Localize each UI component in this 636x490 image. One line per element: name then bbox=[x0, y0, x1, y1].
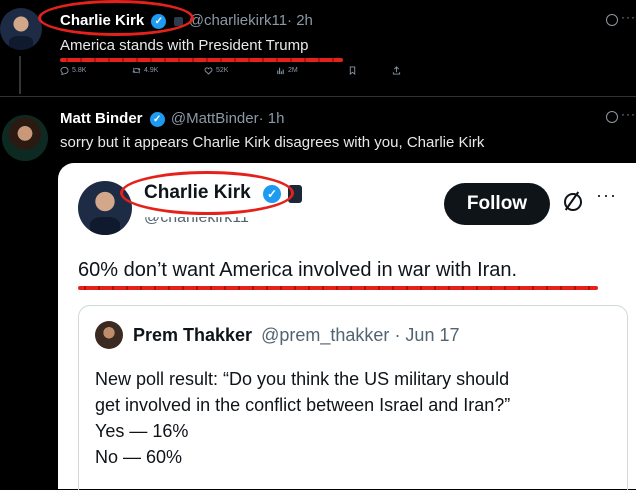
views-button[interactable]: 2M bbox=[276, 66, 298, 75]
quote-header: Prem Thakker @prem_thakker · Jun 17 bbox=[133, 325, 459, 346]
embedded-tweet-image[interactable]: Charlie Kirk ✓ @charliekirk11 Follow ···… bbox=[58, 163, 636, 490]
avatar[interactable] bbox=[2, 115, 48, 161]
share-icon bbox=[392, 66, 401, 75]
more-icon[interactable]: ··· bbox=[596, 185, 617, 206]
bookmark-icon bbox=[349, 66, 356, 75]
more-icon[interactable]: ··· bbox=[621, 107, 636, 121]
quote-author-name[interactable]: Prem Thakker bbox=[133, 325, 252, 345]
quote-line: New poll result: “Do you think the US mi… bbox=[95, 369, 510, 389]
name-annotation-ellipse bbox=[120, 171, 294, 215]
author-handle[interactable]: @MattBinder bbox=[171, 110, 259, 127]
name-annotation-ellipse bbox=[38, 0, 194, 36]
repost-icon bbox=[132, 67, 141, 74]
repost-count: 4.9K bbox=[144, 67, 159, 74]
action-bar: 5.8K 4.9K 52K 2M bbox=[60, 66, 420, 80]
share-button[interactable] bbox=[392, 66, 401, 75]
text-annotation-underline bbox=[78, 286, 598, 290]
author-name[interactable]: Matt Binder bbox=[60, 110, 143, 127]
tweet-text: America stands with President Trump bbox=[60, 37, 309, 54]
bookmark-button[interactable] bbox=[348, 66, 357, 75]
grok-icon[interactable] bbox=[606, 14, 618, 26]
tweet-charlie-kirk[interactable]: Charlie Kirk ✓ @charliekirk11· 2h Americ… bbox=[0, 0, 636, 96]
more-icon[interactable]: ··· bbox=[621, 10, 636, 24]
quote-time[interactable]: · Jun 17 bbox=[394, 325, 459, 345]
avatar[interactable] bbox=[95, 321, 123, 349]
thread-line bbox=[19, 56, 21, 94]
author-handle[interactable]: @charliekirk11 bbox=[189, 12, 287, 29]
verified-icon: ✓ bbox=[149, 111, 165, 127]
quote-line: get involved in the conflict between Isr… bbox=[95, 395, 511, 415]
reply-icon bbox=[60, 66, 69, 75]
grok-icon[interactable] bbox=[606, 111, 618, 123]
follow-button[interactable]: Follow bbox=[444, 183, 550, 225]
tweet-header: Matt Binder ✓ @MattBinder· 1h bbox=[60, 110, 284, 127]
quote-line: Yes — 16% bbox=[95, 421, 189, 441]
views-icon bbox=[277, 67, 284, 75]
text-annotation-underline bbox=[60, 58, 343, 62]
reply-button[interactable]: 5.8K bbox=[60, 66, 86, 75]
tweet-matt-binder[interactable]: Matt Binder ✓ @MattBinder· 1h ··· sorry … bbox=[0, 97, 636, 490]
like-count: 52K bbox=[216, 67, 229, 74]
quote-author-handle[interactable]: @prem_thakker bbox=[261, 325, 389, 345]
tweet-text: sorry but it appears Charlie Kirk disagr… bbox=[60, 134, 485, 151]
views-count: 2M bbox=[288, 67, 298, 74]
like-icon bbox=[204, 67, 213, 75]
avatar[interactable] bbox=[0, 8, 42, 50]
reply-count: 5.8K bbox=[72, 67, 87, 74]
embed-tweet-text: 60% don’t want America involved in war w… bbox=[78, 259, 518, 281]
quote-line: No — 60% bbox=[95, 447, 183, 467]
repost-button[interactable]: 4.9K bbox=[132, 66, 158, 75]
tweet-time[interactable]: · 1h bbox=[259, 110, 285, 127]
tweet-time[interactable]: · 2h bbox=[287, 12, 313, 29]
like-button[interactable]: 52K bbox=[204, 66, 228, 75]
quote-text: New poll result: “Do you think the US mi… bbox=[95, 366, 510, 470]
quoted-tweet[interactable]: Prem Thakker @prem_thakker · Jun 17 New … bbox=[78, 305, 628, 490]
